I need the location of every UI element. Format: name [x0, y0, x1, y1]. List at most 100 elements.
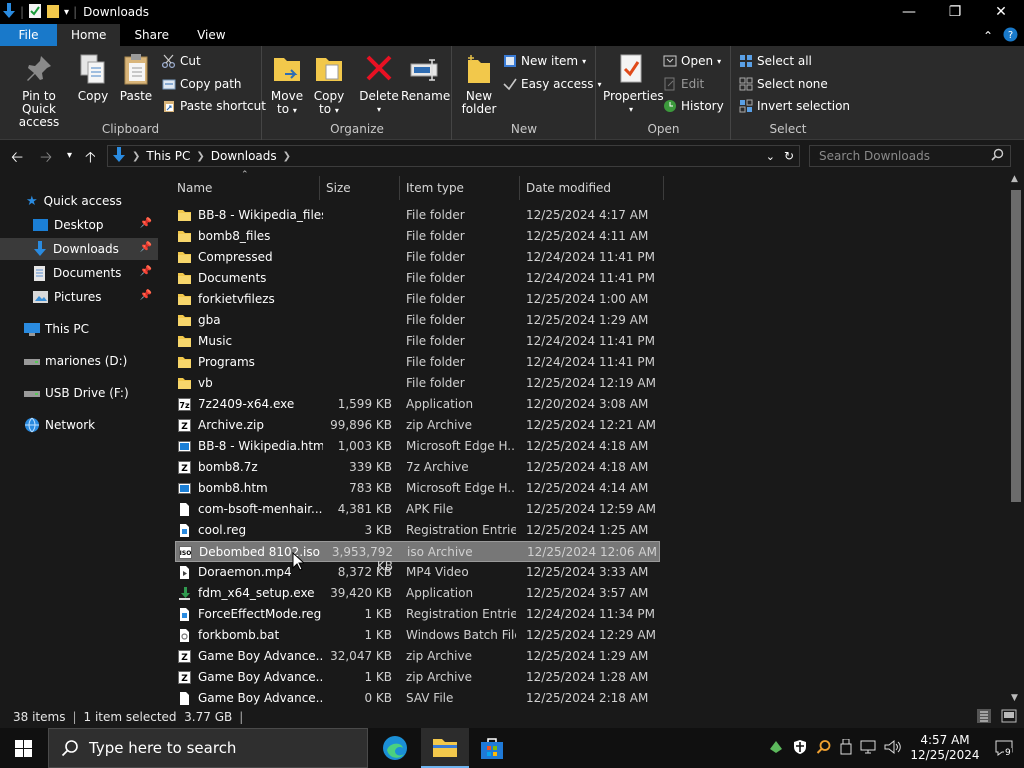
edge-browser-icon[interactable]: [382, 735, 408, 764]
properties-button[interactable]: Properties ▾: [603, 52, 664, 116]
network-tray-icon[interactable]: [860, 740, 876, 757]
help-icon[interactable]: ?: [1003, 27, 1018, 45]
customize-chevron-icon[interactable]: ▾: [64, 7, 69, 18]
file-row[interactable]: Programs File folder 12/24/2024 11:41 PM: [175, 352, 660, 373]
file-row[interactable]: Doraemon.mp4 8,372 KB MP4 Video 12/25/2024 …: [175, 562, 660, 583]
column-header-type[interactable]: Item type: [400, 176, 520, 200]
vertical-scrollbar[interactable]: ▲ ▼: [1008, 172, 1024, 705]
file-row[interactable]: bomb8_files File folder 12/25/2024 4:11 AM: [175, 226, 660, 247]
file-row[interactable]: Music File folder 12/24/2024 11:41 PM: [175, 331, 660, 352]
paste-shortcut-button[interactable]: Paste shortcut: [162, 97, 266, 115]
properties-icon[interactable]: [28, 3, 42, 22]
new-folder-button[interactable]: New folder: [459, 52, 499, 116]
file-row[interactable]: Compressed File folder 12/24/2024 11:41 PM: [175, 247, 660, 268]
file-row[interactable]: forkietvfilezs File folder 12/25/2024 1:00…: [175, 289, 660, 310]
notifications-button[interactable]: 9: [984, 728, 1024, 768]
column-header-size[interactable]: Size: [320, 176, 400, 200]
nav-desktop[interactable]: Desktop 📌: [0, 214, 158, 236]
search-tray-icon[interactable]: [816, 739, 832, 758]
history-button[interactable]: History: [663, 97, 724, 115]
search-input[interactable]: Search Downloads: [809, 145, 1011, 167]
taskbar-file-explorer[interactable]: [421, 728, 469, 768]
address-bar[interactable]: ❯ This PC ❯ Downloads ❯ ⌄ ↻: [107, 145, 800, 167]
tab-file[interactable]: File: [0, 24, 57, 46]
nav-pictures[interactable]: Pictures 📌: [0, 286, 158, 308]
recent-locations-chevron-icon[interactable]: ▾: [67, 150, 72, 161]
nav-downloads[interactable]: Downloads 📌: [0, 238, 158, 260]
collapse-ribbon-icon[interactable]: ⌃: [983, 29, 993, 43]
open-button[interactable]: Open ▾: [663, 52, 721, 70]
clock[interactable]: 4:57 AM 12/25/2024: [906, 733, 984, 763]
file-row[interactable]: bomb8.htm 783 KB Microsoft Edge H... 12/25/…: [175, 478, 660, 499]
large-icons-view-icon[interactable]: [1001, 709, 1017, 726]
paste-icon: [124, 54, 148, 85]
nav-network[interactable]: Network: [0, 414, 158, 436]
windows-defender-icon[interactable]: [792, 739, 808, 758]
file-row[interactable]: BB-8 - Wikipedia.htm 1,003 KB Microsoft Ed…: [175, 436, 660, 457]
copy-path-button[interactable]: Copy path: [162, 75, 242, 93]
tab-home[interactable]: Home: [57, 24, 121, 46]
new-item-button[interactable]: New item ▾: [503, 52, 586, 70]
windows-start-icon[interactable]: [15, 740, 32, 760]
security-tray-icon[interactable]: [768, 739, 784, 758]
select-all-button[interactable]: Select all: [739, 52, 812, 70]
file-row[interactable]: Z Archive.zip 99,896 KB zip Archive 12/25/20…: [175, 415, 660, 436]
column-header-date[interactable]: Date modified: [520, 176, 664, 200]
microsoft-store-icon[interactable]: [480, 736, 504, 763]
tab-share[interactable]: Share: [120, 24, 183, 46]
file-row[interactable]: gba File folder 12/25/2024 1:29 AM: [175, 310, 660, 331]
nav-quick-access[interactable]: ★ Quick access: [0, 190, 158, 212]
file-row[interactable]: forkbomb.bat 1 KB Windows Batch File 12/25/…: [175, 625, 660, 646]
file-row[interactable]: Documents File folder 12/24/2024 11:41 PM: [175, 268, 660, 289]
nav-this-pc[interactable]: This PC: [0, 318, 158, 340]
move-to-button[interactable]: Move to ▾: [269, 52, 305, 117]
search-icon[interactable]: [991, 148, 1004, 164]
delete-button[interactable]: Delete ▾: [359, 52, 399, 116]
copy-to-button[interactable]: Copy to ▾: [311, 52, 347, 117]
paste-button[interactable]: Paste: [116, 52, 156, 103]
file-row[interactable]: Z Game Boy Advance... 1 KB zip Archive 12/25…: [175, 667, 660, 688]
column-header-name[interactable]: Name: [168, 176, 320, 200]
refresh-icon[interactable]: ↻: [784, 149, 794, 163]
up-arrow-icon[interactable]: 🡡: [85, 147, 96, 172]
file-row[interactable]: cool.reg 3 KB Registration Entries 12/25/20…: [175, 520, 660, 541]
nav-drive-d[interactable]: mariones (D:): [0, 350, 158, 372]
file-row[interactable]: ForceEffectMode.reg 1 KB Registration Entr…: [175, 604, 660, 625]
file-row[interactable]: ISO Debombed 8102.iso 3,953,792 KB iso Arch…: [175, 541, 660, 573]
scrollbar-thumb[interactable]: [1011, 190, 1021, 502]
edit-button[interactable]: Edit: [663, 75, 704, 93]
file-row[interactable]: vb File folder 12/25/2024 12:19 AM: [175, 373, 660, 394]
easy-access-button[interactable]: Easy access ▾: [503, 75, 602, 93]
breadcrumb-downloads[interactable]: Downloads: [211, 149, 277, 163]
new-folder-quick-icon[interactable]: [46, 3, 60, 22]
address-history-chevron-icon[interactable]: ⌄: [766, 150, 775, 163]
file-row[interactable]: Z Game Boy Advance... 32,047 KB zip Archive…: [175, 646, 660, 667]
minimize-button[interactable]: —: [886, 0, 932, 24]
close-button[interactable]: ✕: [978, 0, 1024, 24]
tab-view[interactable]: View: [183, 24, 239, 46]
taskbar-search-input[interactable]: Type here to search: [48, 728, 368, 768]
select-none-button[interactable]: Select none: [739, 75, 828, 93]
pin-icon: 📌: [139, 266, 152, 277]
volume-icon[interactable]: [884, 739, 902, 757]
breadcrumb-this-pc[interactable]: This PC: [146, 149, 190, 163]
file-row[interactable]: Zbomb8.7z 339 KB 7z Archive 12/25/2024 4:18…: [175, 457, 660, 478]
details-view-icon[interactable]: [977, 709, 991, 726]
file-row[interactable]: fdm_x64_setup.exe 39,420 KB Application 12/…: [175, 583, 660, 604]
nav-drive-f[interactable]: USB Drive (F:): [0, 382, 158, 404]
copy-button[interactable]: Copy: [76, 52, 110, 103]
nav-documents[interactable]: Documents 📌: [0, 262, 158, 284]
maximize-button[interactable]: ❐: [932, 0, 978, 24]
file-row[interactable]: BB-8 - Wikipedia_files File folder 12/25/2…: [175, 205, 660, 226]
usb-tray-icon[interactable]: [840, 738, 852, 758]
pin-to-quick-access-button[interactable]: Pin to Quick access: [6, 52, 72, 129]
cut-button[interactable]: Cut: [162, 52, 201, 70]
file-row[interactable]: com-bsoft-menhair... 4,381 KB APK File 12/2…: [175, 499, 660, 520]
scroll-down-icon[interactable]: ▼: [1011, 693, 1018, 703]
rename-button[interactable]: Rename: [401, 52, 450, 103]
back-arrow-icon[interactable]: 🡠: [11, 147, 23, 172]
forward-arrow-icon[interactable]: 🡢: [40, 147, 52, 172]
scroll-up-icon[interactable]: ▲: [1011, 174, 1018, 184]
file-row[interactable]: 7z 7z2409-x64.exe 1,599 KB Application 12/20…: [175, 394, 660, 415]
invert-selection-button[interactable]: Invert selection: [739, 97, 850, 115]
